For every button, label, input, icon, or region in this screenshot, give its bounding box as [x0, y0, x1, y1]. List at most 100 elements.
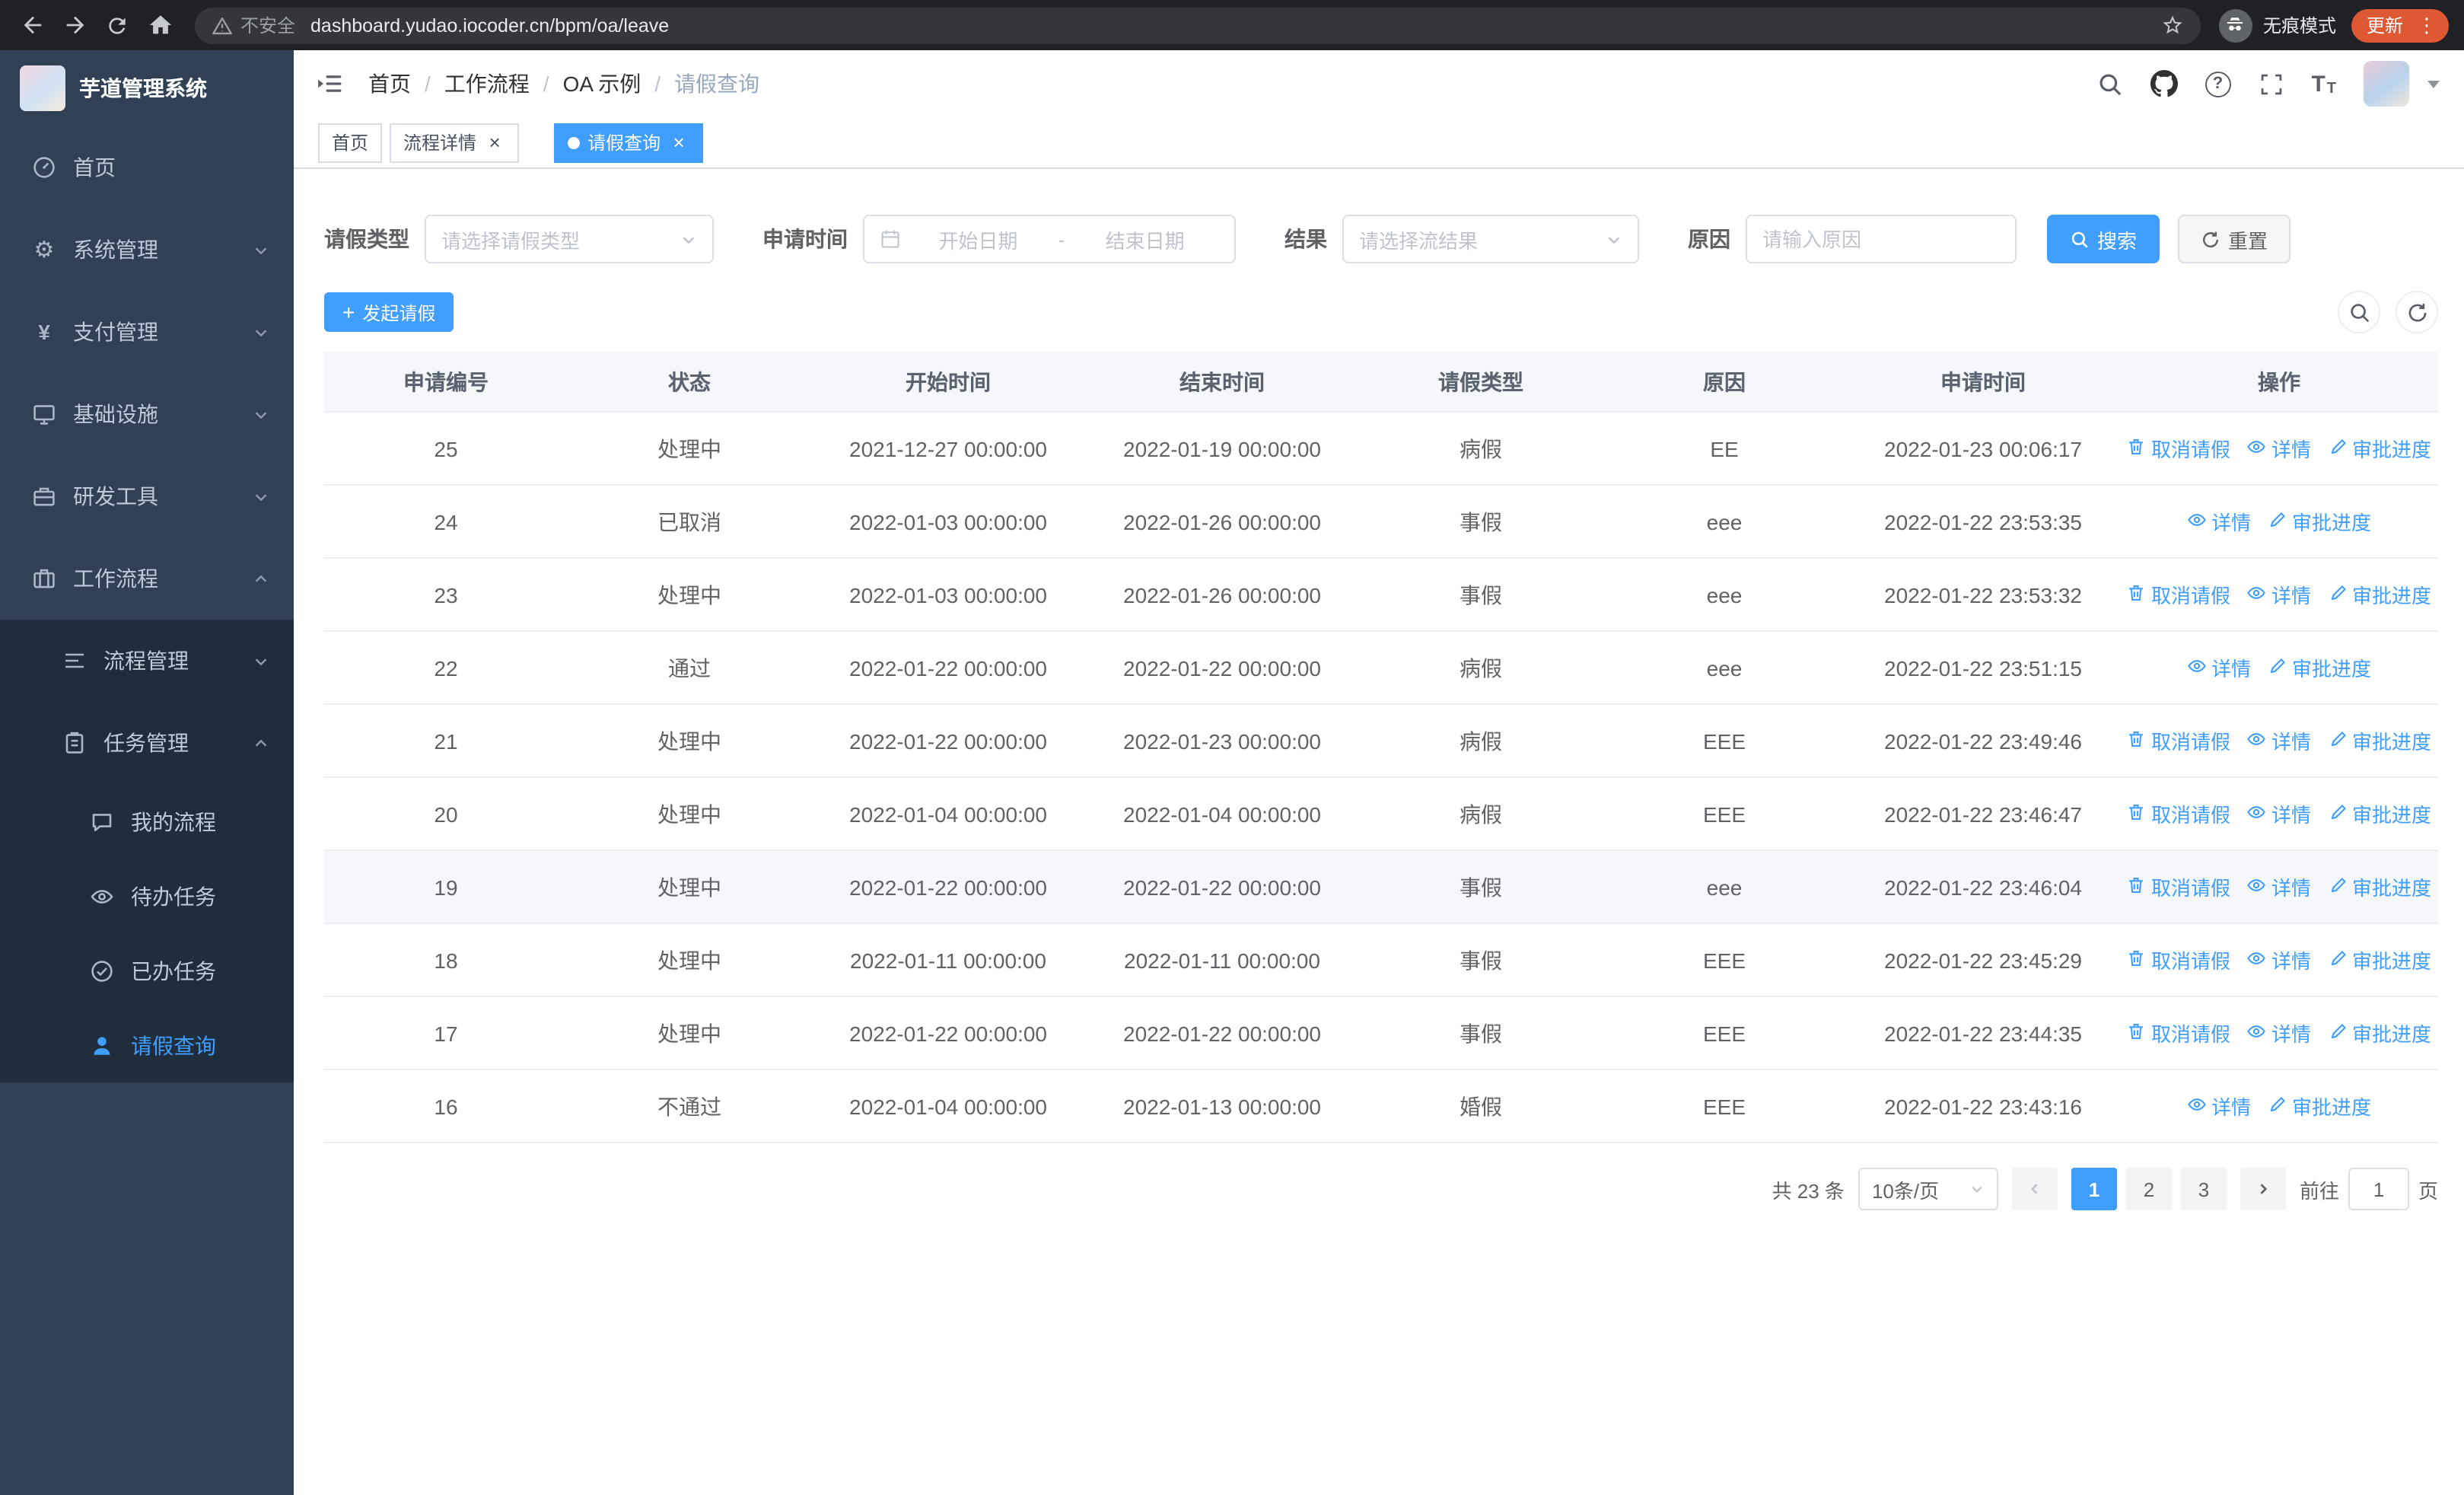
search-button[interactable]: 搜索 [2047, 215, 2160, 263]
create-leave-button[interactable]: + 发起请假 [324, 292, 454, 332]
sidebar-item-dev-tools[interactable]: 研发工具 [0, 455, 294, 537]
detail-action-link[interactable]: 详情 [2247, 945, 2311, 974]
back-icon[interactable] [12, 5, 52, 45]
breadcrumb-item[interactable]: OA 示例 [563, 69, 641, 99]
cancel-action-label: 取消请假 [2150, 731, 2230, 754]
page-size-select[interactable]: 10条/页 [1858, 1168, 1998, 1210]
breadcrumb-item[interactable]: 首页 [368, 69, 411, 99]
sidebar-item-system[interactable]: ⚙ 系统管理 [0, 209, 294, 291]
page-button-2[interactable]: 2 [2125, 1168, 2172, 1210]
detail-action-link[interactable]: 详情 [2187, 1092, 2251, 1120]
cancel-action-link[interactable]: 取消请假 [2127, 726, 2230, 755]
github-icon[interactable] [2150, 70, 2178, 97]
detail-action-link[interactable]: 详情 [2187, 507, 2251, 536]
cancel-action-link[interactable]: 取消请假 [2127, 872, 2230, 901]
briefcase-icon [30, 566, 58, 591]
detail-action-link[interactable]: 详情 [2247, 726, 2311, 755]
progress-action-link[interactable]: 审批进度 [2328, 945, 2431, 974]
sidebar-item-infrastructure[interactable]: 基础设施 [0, 373, 294, 455]
cancel-action-link[interactable]: 取消请假 [2127, 580, 2230, 609]
cancel-action-link[interactable]: 取消请假 [2127, 1018, 2230, 1047]
update-button[interactable]: 更新 ⋮ [2351, 8, 2449, 42]
home-icon[interactable] [140, 5, 180, 45]
fullscreen-icon[interactable] [2258, 71, 2284, 97]
cell-status: 处理中 [657, 728, 721, 753]
leave-type-select[interactable]: 请选择请假类型 [425, 215, 714, 263]
result-label: 结果 [1285, 227, 1327, 251]
detail-action-link[interactable]: 详情 [2247, 580, 2311, 609]
refresh-icon[interactable] [2396, 291, 2438, 333]
sidebar-item-leave-query[interactable]: 请假查询 [0, 1008, 294, 1082]
cell-status: 已取消 [657, 509, 721, 534]
sidebar-item-payment[interactable]: ¥ 支付管理 [0, 291, 294, 373]
sidebar-item-task-management[interactable]: 任务管理 [0, 702, 294, 784]
detail-action-link[interactable]: 详情 [2247, 799, 2311, 828]
result-select[interactable]: 请选择流结果 [1342, 215, 1639, 263]
detail-action-link[interactable]: 详情 [2247, 872, 2311, 901]
page-button-1[interactable]: 1 [2071, 1168, 2117, 1210]
sidebar-item-workflow[interactable]: 工作流程 [0, 537, 294, 620]
close-icon[interactable]: × [668, 131, 689, 153]
page-button-3[interactable]: 3 [2180, 1168, 2227, 1210]
cell-end: 2022-01-11 00:00:00 [1124, 948, 1320, 972]
font-size-icon[interactable]: TT [2311, 71, 2336, 97]
progress-action-link[interactable]: 审批进度 [2328, 726, 2431, 755]
sidebar-item-my-processes[interactable]: 我的流程 [0, 784, 294, 859]
next-page-button[interactable] [2240, 1168, 2286, 1210]
cancel-action-link[interactable]: 取消请假 [2127, 434, 2230, 463]
edit-icon [2328, 436, 2348, 461]
progress-action-link[interactable]: 审批进度 [2328, 580, 2431, 609]
detail-action-link[interactable]: 详情 [2247, 1018, 2311, 1047]
column-header-applied: 申请时间 [1940, 369, 2026, 394]
apply-time-range-picker[interactable]: 开始日期 - 结束日期 [863, 215, 1236, 263]
user-avatar[interactable] [2364, 61, 2409, 107]
end-date-placeholder[interactable]: 结束日期 [1071, 225, 1219, 253]
cell-end: 2022-01-23 00:00:00 [1123, 728, 1321, 753]
cell-end: 2022-01-19 00:00:00 [1123, 436, 1321, 461]
cancel-action-link[interactable]: 取消请假 [2127, 799, 2230, 828]
progress-action-link[interactable]: 审批进度 [2268, 653, 2371, 682]
forward-icon[interactable] [55, 5, 94, 45]
sidebar-item-home[interactable]: 首页 [0, 126, 294, 209]
breadcrumb: 首页 / 工作流程 / OA 示例 / 请假查询 [368, 69, 759, 99]
progress-action-link[interactable]: 审批进度 [2268, 1092, 2371, 1120]
sidebar-item-process-management[interactable]: 流程管理 [0, 620, 294, 702]
tab-label: 首页 [332, 132, 369, 154]
start-date-placeholder[interactable]: 开始日期 [904, 225, 1052, 253]
search-icon[interactable] [2096, 71, 2122, 97]
search-toggle-icon[interactable] [2338, 291, 2380, 333]
detail-action-link[interactable]: 详情 [2187, 653, 2251, 682]
sidebar-toggle-icon[interactable] [317, 70, 344, 97]
not-secure-warning-icon[interactable] [212, 14, 233, 36]
progress-action-link[interactable]: 审批进度 [2328, 434, 2431, 463]
close-icon[interactable]: × [484, 131, 505, 153]
progress-action-link[interactable]: 审批进度 [2328, 1018, 2431, 1047]
tab-home[interactable]: 首页 [318, 123, 383, 162]
tab-leave-query[interactable]: 请假查询 × [554, 123, 704, 162]
reset-button[interactable]: 重置 [2178, 215, 2291, 263]
url-text[interactable]: dashboard.yudao.iocoder.cn/bpm/oa/leave [310, 14, 2161, 36]
bookmark-star-icon[interactable] [2161, 14, 2184, 37]
prev-page-button[interactable] [2011, 1168, 2058, 1210]
cancel-action-label: 取消请假 [2150, 877, 2230, 900]
reload-icon[interactable] [97, 5, 137, 45]
sidebar-item-done-tasks[interactable]: 已办任务 [0, 933, 294, 1008]
detail-action-link[interactable]: 详情 [2247, 434, 2311, 463]
cell-applied: 2022-01-22 23:46:47 [1884, 802, 2082, 826]
chevron-down-icon[interactable] [2427, 80, 2440, 88]
progress-action-link[interactable]: 审批进度 [2328, 799, 2431, 828]
total-count: 共 23 条 [1772, 1179, 1845, 1202]
breadcrumb-item[interactable]: 工作流程 [444, 69, 530, 99]
progress-action-link[interactable]: 审批进度 [2268, 507, 2371, 536]
progress-action-link[interactable]: 审批进度 [2328, 872, 2431, 901]
tab-process-detail[interactable]: 流程详情 × [390, 123, 520, 162]
browser-menu-dots-icon[interactable]: ⋮ [2411, 13, 2443, 37]
goto-page-input[interactable] [2348, 1168, 2409, 1210]
cell-actions: 详情 审批进度 [2120, 1092, 2438, 1120]
reason-input[interactable] [1746, 215, 2017, 263]
help-icon[interactable]: ? [2205, 71, 2231, 97]
sidebar-item-todo-tasks[interactable]: 待办任务 [0, 859, 294, 933]
address-bar[interactable]: 不安全 dashboard.yudao.iocoder.cn/bpm/oa/le… [195, 7, 2201, 43]
cancel-action-link[interactable]: 取消请假 [2127, 945, 2230, 974]
delete-icon [2127, 875, 2147, 899]
